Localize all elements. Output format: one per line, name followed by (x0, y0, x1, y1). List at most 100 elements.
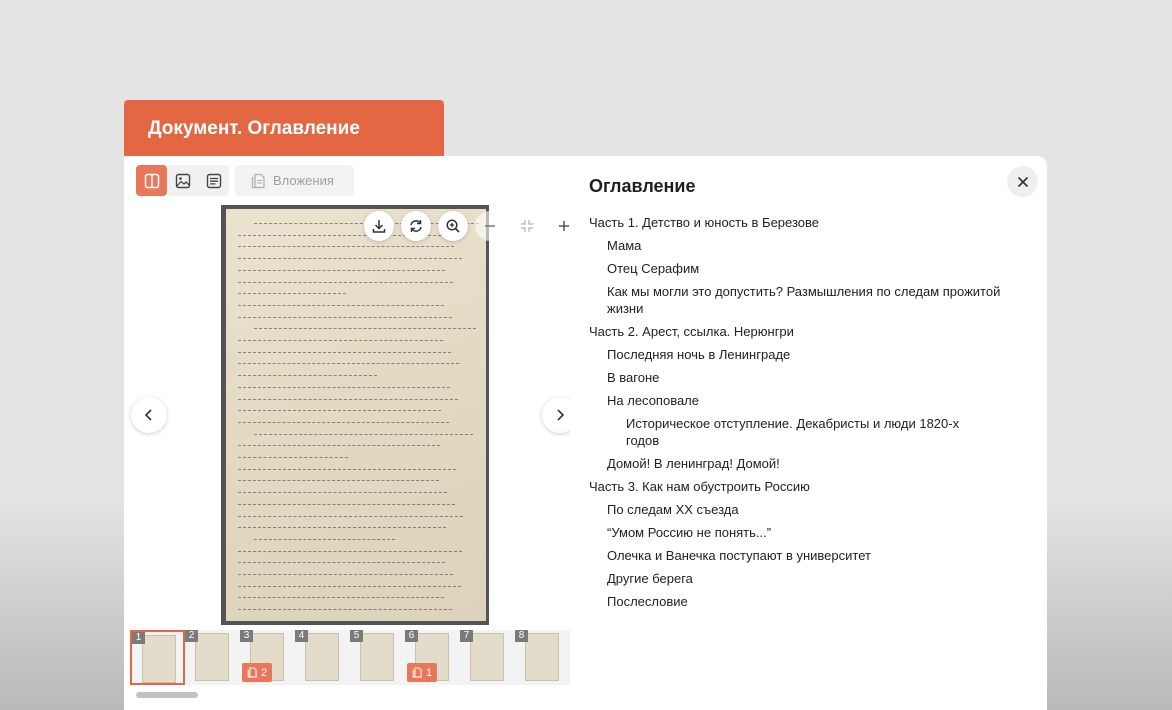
thumbnail-image (525, 633, 559, 681)
handwriting-line (238, 550, 462, 552)
attachment-doc-icon (247, 667, 257, 678)
toc-chapter-item[interactable]: Олечка и Ванечка поступают в университет (607, 547, 1007, 564)
thumbnail-image (142, 635, 176, 683)
handwriting-line (238, 445, 440, 447)
thumbnail-image (470, 633, 504, 681)
toc-chapter-item[interactable]: Отец Серафим (607, 260, 1007, 277)
document-title: Документ. Оглавление (148, 118, 360, 139)
handwriting-line (238, 340, 443, 341)
thumbnail-attachments-badge: 1 (407, 663, 438, 682)
toc-chapter-item[interactable]: Домой! В ленинград! Домой! (607, 455, 1007, 472)
handwriting-line (238, 363, 459, 365)
image-icon (175, 173, 190, 188)
toc-chapter-item[interactable]: В вагоне (607, 369, 1007, 386)
page-thumbnail[interactable]: 4 (295, 630, 350, 685)
toc-chapter-item[interactable]: Как мы могли это допустить? Размышления … (607, 283, 1007, 317)
handwriting-line (238, 281, 453, 283)
handwriting-line (238, 386, 450, 388)
handwriting-line (238, 480, 439, 482)
document-page-image (221, 205, 489, 625)
text-view-button[interactable] (198, 165, 229, 196)
toc-chapter-item[interactable]: Другие берега (607, 570, 1007, 587)
thumbnail-page-number: 5 (350, 630, 363, 642)
page-thumbnail[interactable]: 8 (515, 630, 570, 685)
split-view-icon (144, 173, 159, 188)
chevron-right-icon (557, 409, 565, 421)
page-thumbnail[interactable]: 32 (240, 630, 295, 685)
handwritten-page (226, 209, 486, 621)
prev-page-button[interactable] (131, 397, 167, 433)
zoom-out-button[interactable] (475, 211, 505, 241)
text-icon (206, 173, 221, 188)
toc-chapter-item[interactable]: Историческое отступление. Декабристы и л… (626, 415, 966, 449)
handwriting-line (238, 515, 463, 517)
thumbnail-image (360, 633, 394, 681)
toc-chapter-item[interactable]: Мама (607, 237, 1007, 254)
rotate-button[interactable] (401, 211, 431, 241)
handwriting-line (254, 538, 395, 540)
chevron-left-icon (144, 409, 152, 421)
rotate-icon (410, 220, 422, 232)
thumbnail-page-number: 7 (460, 630, 473, 642)
toc-chapter-item[interactable]: Послесловие (607, 593, 1007, 610)
toc-chapter-item[interactable]: По следам XX съезда (607, 501, 1007, 518)
image-view-button[interactable] (167, 165, 198, 196)
thumbnail-page-number: 4 (295, 630, 308, 642)
page-thumbnail[interactable]: 7 (460, 630, 515, 685)
thumbnail-page-number: 8 (515, 630, 528, 642)
page-thumbnail[interactable]: 5 (350, 630, 405, 685)
handwriting-line (238, 585, 461, 587)
handwriting-line (238, 410, 441, 412)
thumbnail-page-number: 6 (405, 630, 418, 642)
download-icon (372, 220, 386, 233)
toc-title: Оглавление (589, 176, 696, 196)
view-toolbar: Вложения (136, 165, 354, 196)
toc-chapter-item[interactable]: На лесоповале (607, 392, 1007, 409)
handwriting-line (254, 328, 476, 330)
thumbnails-scrollbar[interactable] (136, 692, 198, 698)
attachments-label: Вложения (273, 173, 334, 188)
page-thumbnail[interactable]: 2 (185, 630, 240, 685)
handwriting-line (238, 562, 445, 564)
toc-chapter-item[interactable]: “Умом Россию не понять...” (607, 524, 1007, 541)
toc-part-item[interactable]: Часть 1. Детство и юность в Березове (589, 214, 989, 231)
handwriting-line (238, 304, 444, 306)
download-button[interactable] (364, 211, 394, 241)
toc-chapter-item[interactable]: Последняя ночь в Ленинграде (607, 346, 1007, 363)
handwriting-line (238, 597, 444, 599)
handwriting-line (238, 398, 458, 400)
page-thumbnails: 1232456178 (130, 630, 570, 686)
handwriting-line (238, 574, 453, 575)
handwriting-line (238, 457, 348, 458)
thumbnail-image (305, 633, 339, 681)
attachment-doc-icon (251, 173, 265, 188)
close-button[interactable] (1007, 166, 1038, 197)
handwriting-line (238, 609, 452, 611)
handwriting-line (238, 316, 452, 318)
document-panel: Вложения 1 2 3 2 4 5 6 1 7 8 Оглавление … (124, 156, 1047, 710)
plus-button[interactable] (549, 211, 570, 241)
handwriting-line (238, 503, 455, 505)
zoom-in-icon (446, 219, 460, 233)
view-mode-switch (136, 165, 229, 196)
page-thumbnail[interactable]: 61 (405, 630, 460, 685)
handwriting-line (238, 351, 451, 353)
toc-part-item[interactable]: Часть 3. Как нам обустроить Россию (589, 478, 989, 495)
thumbnail-image (195, 633, 229, 681)
next-page-button[interactable] (542, 397, 570, 433)
attachments-count: 2 (261, 666, 268, 679)
split-view-button[interactable] (136, 165, 167, 196)
handwriting-line (238, 246, 454, 248)
page-thumbnail[interactable]: 1 (130, 630, 185, 685)
zoom-in-button[interactable] (438, 211, 468, 241)
fit-button[interactable] (512, 211, 542, 241)
plus-icon (559, 221, 569, 231)
toc-part-item[interactable]: Часть 2. Арест, ссылка. Нерюнгри (589, 323, 989, 340)
handwriting-line (238, 492, 447, 494)
thumbnail-attachments-badge: 2 (242, 663, 273, 682)
thumbnail-page-number: 3 (240, 630, 253, 642)
thumbnail-page-number: 1 (132, 632, 145, 644)
attachments-button[interactable]: Вложения (235, 165, 354, 196)
document-viewer (124, 205, 570, 629)
handwriting-line (238, 293, 346, 295)
